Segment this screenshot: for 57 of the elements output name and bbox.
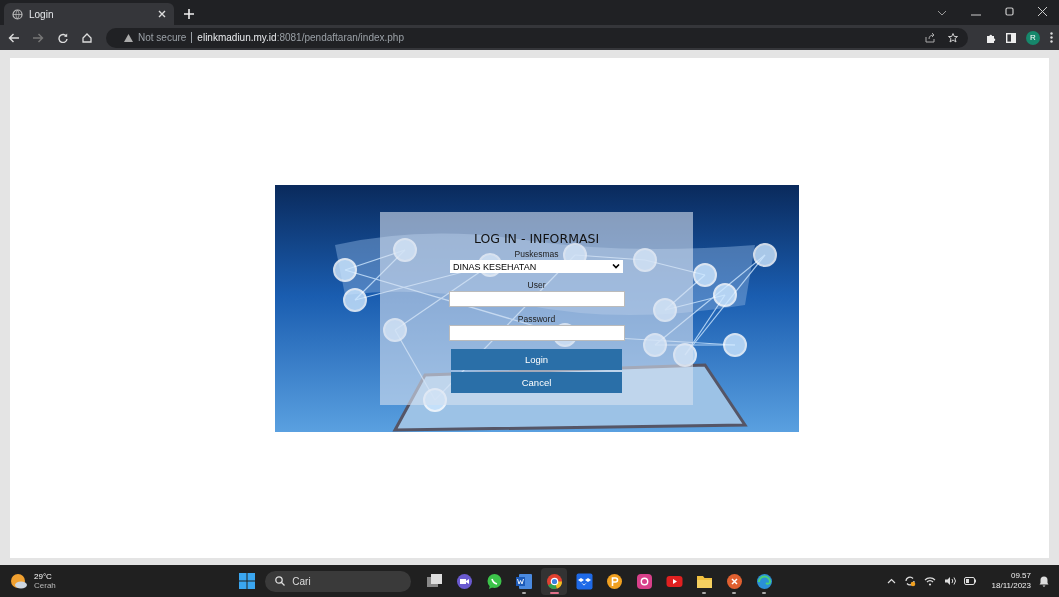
forward-icon[interactable] xyxy=(33,32,44,43)
warning-icon xyxy=(124,33,133,42)
search-icon xyxy=(275,576,286,586)
temperature-label: 29°C xyxy=(34,572,53,581)
chevron-up-icon[interactable] xyxy=(886,578,896,584)
notification-bell-icon[interactable] xyxy=(1039,575,1049,587)
taskbar-app[interactable] xyxy=(541,567,568,595)
tab-title: Login xyxy=(29,8,55,20)
form-title: LOG IN - INFORMASI xyxy=(473,231,600,246)
wifi-icon[interactable] xyxy=(923,576,936,586)
box-icon xyxy=(575,572,593,590)
battery-icon[interactable] xyxy=(963,577,976,585)
login-button[interactable]: Login xyxy=(451,349,622,370)
chat-bubble-icon xyxy=(485,572,503,590)
window-stack-icon xyxy=(425,572,443,590)
select-field[interactable]: DINAS KESEHATAN xyxy=(450,260,623,273)
field-label: User xyxy=(527,280,546,291)
star-icon[interactable] xyxy=(948,32,958,43)
camera-icon xyxy=(635,572,653,590)
globe-icon xyxy=(12,8,23,20)
clock-date: 18/11/2023 xyxy=(991,581,1031,591)
windows-start-icon[interactable] xyxy=(239,573,256,589)
browser-tab[interactable]: Login xyxy=(4,3,174,25)
security-label: Not secure xyxy=(138,32,187,43)
p-circle-icon xyxy=(605,572,623,590)
field-label: Puskesmas xyxy=(514,249,559,260)
password-field[interactable] xyxy=(448,325,625,341)
browser-icon xyxy=(545,572,563,590)
side-panel-icon[interactable] xyxy=(1006,32,1016,43)
url-text: elinkmadiun.my.id:8081/pendaftaran/index.php xyxy=(197,32,404,43)
volume-icon[interactable] xyxy=(943,576,956,586)
puzzle-icon[interactable] xyxy=(986,32,996,43)
profile-avatar[interactable]: R xyxy=(1026,30,1040,45)
more-menu-icon[interactable] xyxy=(1050,32,1053,43)
chevron-down-icon xyxy=(612,264,620,269)
search-field[interactable]: Cari xyxy=(265,570,412,592)
home-icon[interactable] xyxy=(82,32,92,43)
weather-icon[interactable] xyxy=(10,573,28,589)
document-w-icon xyxy=(515,572,533,590)
reload-icon[interactable] xyxy=(58,32,68,43)
clock-time: 09.57 xyxy=(1010,571,1031,581)
back-icon[interactable] xyxy=(8,32,19,43)
address-bar[interactable]: Not secure elinkmadiun.my.id:8081/pendaftaran/index.php xyxy=(106,27,968,48)
new-tab-icon[interactable] xyxy=(184,9,194,19)
x-circle-icon xyxy=(725,572,743,590)
sync-icon[interactable] xyxy=(903,575,916,587)
input-field[interactable] xyxy=(448,291,625,307)
weather-condition: Cerah xyxy=(34,581,56,590)
close-icon[interactable] xyxy=(1038,7,1047,16)
close-icon[interactable] xyxy=(158,10,166,18)
video-call-icon xyxy=(455,572,473,590)
share-icon[interactable] xyxy=(925,32,935,43)
chevron-down-icon[interactable] xyxy=(937,10,947,16)
field-label: Password xyxy=(517,314,556,325)
maximize-icon[interactable] xyxy=(1005,7,1014,16)
cancel-button[interactable]: Cancel xyxy=(451,372,622,393)
wave-icon xyxy=(755,572,773,590)
